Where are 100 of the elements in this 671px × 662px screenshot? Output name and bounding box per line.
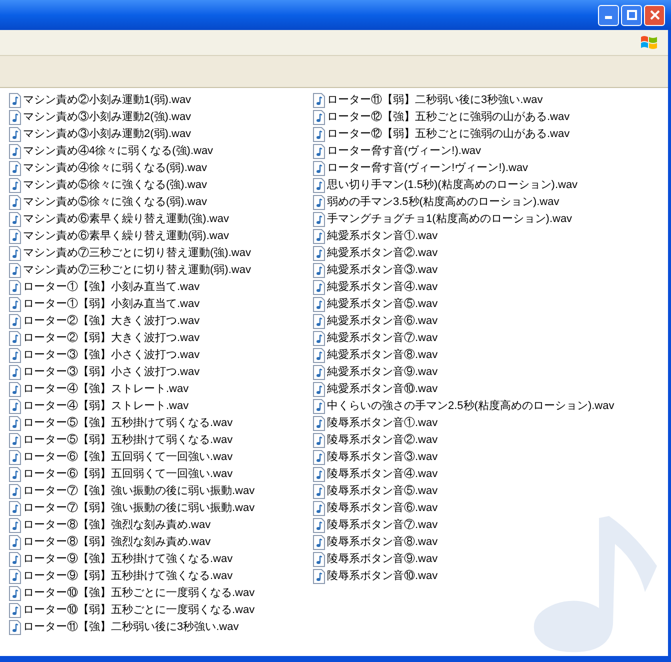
audio-file-icon xyxy=(9,331,21,346)
file-item[interactable]: ローター脅す音(ヴィーン!).wav xyxy=(313,143,481,160)
file-item[interactable]: マシン責め⑦三秒ごとに切り替え運動(弱).wav xyxy=(9,262,251,279)
file-item[interactable]: マシン責め③小刻み運動2(弱).wav xyxy=(9,126,192,143)
file-item[interactable]: 陵辱系ボタン音⑩.wav xyxy=(313,568,438,585)
file-item[interactable]: 純愛系ボタン音⑧.wav xyxy=(313,347,438,364)
file-item[interactable]: 陵辱系ボタン音⑥.wav xyxy=(313,500,438,517)
audio-file-icon xyxy=(313,399,325,414)
file-item[interactable]: 手マングチョグチョ1(粘度高めのローション).wav xyxy=(313,211,572,228)
maximize-button[interactable] xyxy=(621,4,642,26)
file-item[interactable]: ローター⑨【弱】五秒掛けて強くなる.wav xyxy=(9,568,233,585)
file-item[interactable]: 純愛系ボタン音⑥.wav xyxy=(313,313,438,330)
file-item[interactable]: マシン責め④4徐々に弱くなる(強).wav xyxy=(9,143,214,160)
file-item[interactable]: 純愛系ボタン音⑩.wav xyxy=(313,381,438,398)
file-item[interactable]: 純愛系ボタン音②.wav xyxy=(313,245,438,262)
file-item[interactable]: ローター①【強】小刻み直当て.wav xyxy=(9,279,200,296)
file-item[interactable]: 陵辱系ボタン音③.wav xyxy=(313,449,438,466)
file-item[interactable]: ローター⑥【弱】五回弱くて一回強い.wav xyxy=(9,466,233,483)
file-item[interactable]: ローター⑦【弱】強い振動の後に弱い振動.wav xyxy=(9,500,255,517)
minimize-button[interactable] xyxy=(598,4,619,26)
file-item[interactable]: 陵辱系ボタン音②.wav xyxy=(313,432,438,449)
file-item[interactable]: ローター②【弱】大きく波打つ.wav xyxy=(9,330,200,347)
file-item[interactable]: 純愛系ボタン音⑨.wav xyxy=(313,364,438,381)
maximize-icon xyxy=(626,10,636,20)
audio-file-icon xyxy=(9,603,21,618)
audio-file-icon xyxy=(9,93,21,108)
audio-file-icon xyxy=(9,416,21,431)
audio-file-icon xyxy=(313,382,325,397)
file-item[interactable]: マシン責め⑥素早く繰り替え運動(強).wav xyxy=(9,211,229,228)
file-item[interactable]: ローター⑦【強】強い振動の後に弱い振動.wav xyxy=(9,483,255,500)
audio-file-icon xyxy=(313,416,325,431)
file-item[interactable]: ローター③【強】小さく波打つ.wav xyxy=(9,347,200,364)
audio-file-icon xyxy=(313,195,325,210)
file-item[interactable]: ローター脅す音(ヴィーン!ヴィーン!).wav xyxy=(313,160,528,177)
audio-file-icon xyxy=(313,569,325,584)
audio-file-icon xyxy=(313,365,325,380)
file-item[interactable]: ローター②【強】大きく波打つ.wav xyxy=(9,313,200,330)
file-item[interactable]: 陵辱系ボタン音⑤.wav xyxy=(313,483,438,500)
audio-file-icon xyxy=(9,229,21,244)
audio-file-icon xyxy=(313,450,325,465)
file-item[interactable]: 弱めの手マン3.5秒(粘度高めのローション).wav xyxy=(313,194,560,211)
file-item[interactable]: ローター⑧【弱】強烈な刻み責め.wav xyxy=(9,534,211,551)
file-item[interactable]: 純愛系ボタン音③.wav xyxy=(313,262,438,279)
file-item[interactable]: ローター⑤【強】五秒掛けて弱くなる.wav xyxy=(9,415,233,432)
file-item[interactable]: ローター⑩【強】五秒ごとに一度弱くなる.wav xyxy=(9,585,255,602)
audio-file-icon xyxy=(9,501,21,516)
file-item[interactable]: マシン責め③小刻み運動2(強).wav xyxy=(9,109,192,126)
audio-file-icon xyxy=(9,348,21,363)
file-item[interactable]: 陵辱系ボタン音①.wav xyxy=(313,415,438,432)
audio-file-icon xyxy=(313,331,325,346)
audio-file-icon xyxy=(313,433,325,448)
file-item[interactable]: ローター⑥【強】五回弱くて一回強い.wav xyxy=(9,449,233,466)
file-item[interactable]: 中くらいの強さの手マン2.5秒(粘度高めのローション).wav xyxy=(313,398,614,415)
audio-file-icon xyxy=(9,586,21,601)
audio-file-icon xyxy=(9,246,21,261)
audio-file-icon xyxy=(9,365,21,380)
file-item[interactable]: ローター⑧【強】強烈な刻み責め.wav xyxy=(9,517,211,534)
file-item[interactable]: マシン責め②小刻み運動1(弱).wav xyxy=(9,92,192,109)
audio-file-icon xyxy=(9,314,21,329)
file-item[interactable]: ローター④【強】ストレート.wav xyxy=(9,381,189,398)
file-item[interactable]: ローター⑤【弱】五秒掛けて弱くなる.wav xyxy=(9,432,233,449)
file-item[interactable]: マシン責め⑦三秒ごとに切り替え運動(強).wav xyxy=(9,245,251,262)
file-item[interactable]: ローター④【弱】ストレート.wav xyxy=(9,398,189,415)
audio-file-icon xyxy=(9,195,21,210)
audio-file-icon xyxy=(313,110,325,125)
file-item[interactable]: ローター⑫【強】五秒ごとに強弱の山がある.wav xyxy=(313,109,570,126)
audio-file-icon xyxy=(9,535,21,550)
audio-file-icon xyxy=(9,178,21,193)
file-item[interactable]: ローター⑪【弱】二秒弱い後に3秒強い.wav xyxy=(313,92,543,109)
audio-file-icon xyxy=(313,484,325,499)
file-item[interactable]: 純愛系ボタン音⑤.wav xyxy=(313,296,438,313)
file-item[interactable]: マシン責め⑤徐々に強くなる(強).wav xyxy=(9,177,207,194)
file-item[interactable]: マシン責め⑤徐々に強くなる(弱).wav xyxy=(9,194,207,211)
file-item[interactable]: ローター⑫【弱】五秒ごとに強弱の山がある.wav xyxy=(313,126,570,143)
audio-file-icon xyxy=(9,467,21,482)
file-item[interactable]: ローター⑨【強】五秒掛けて強くなる.wav xyxy=(9,551,233,568)
file-item[interactable]: ローター③【弱】小さく波打つ.wav xyxy=(9,364,200,381)
file-item[interactable]: 純愛系ボタン音④.wav xyxy=(313,279,438,296)
file-item[interactable]: 陵辱系ボタン音⑧.wav xyxy=(313,534,438,551)
file-item[interactable]: ローター⑪【強】二秒弱い後に3秒強い.wav xyxy=(9,619,239,636)
file-item[interactable]: マシン責め④徐々に弱くなる(弱).wav xyxy=(9,160,207,177)
file-item[interactable]: ローター⑩【弱】五秒ごとに一度弱くなる.wav xyxy=(9,602,255,619)
file-item[interactable]: 陵辱系ボタン音⑦.wav xyxy=(313,517,438,534)
close-button[interactable] xyxy=(644,4,665,26)
file-item[interactable]: 陵辱系ボタン音④.wav xyxy=(313,466,438,483)
file-item[interactable]: 純愛系ボタン音⑦.wav xyxy=(313,330,438,347)
audio-file-icon xyxy=(9,127,21,142)
file-item[interactable]: ローター①【弱】小刻み直当て.wav xyxy=(9,296,200,313)
audio-file-icon xyxy=(313,246,325,261)
file-item[interactable]: 陵辱系ボタン音⑨.wav xyxy=(313,551,438,568)
audio-file-icon xyxy=(313,297,325,312)
close-icon xyxy=(650,10,660,20)
file-item[interactable]: 純愛系ボタン音①.wav xyxy=(313,228,438,245)
audio-file-icon xyxy=(313,348,325,363)
audio-file-icon xyxy=(313,144,325,159)
file-item[interactable]: 思い切り手マン(1.5秒)(粘度高めのローション).wav xyxy=(313,177,578,194)
audio-file-icon xyxy=(9,382,21,397)
audio-file-icon xyxy=(313,518,325,533)
audio-file-icon xyxy=(9,399,21,414)
file-item[interactable]: マシン責め⑥素早く繰り替え運動(弱).wav xyxy=(9,228,229,245)
